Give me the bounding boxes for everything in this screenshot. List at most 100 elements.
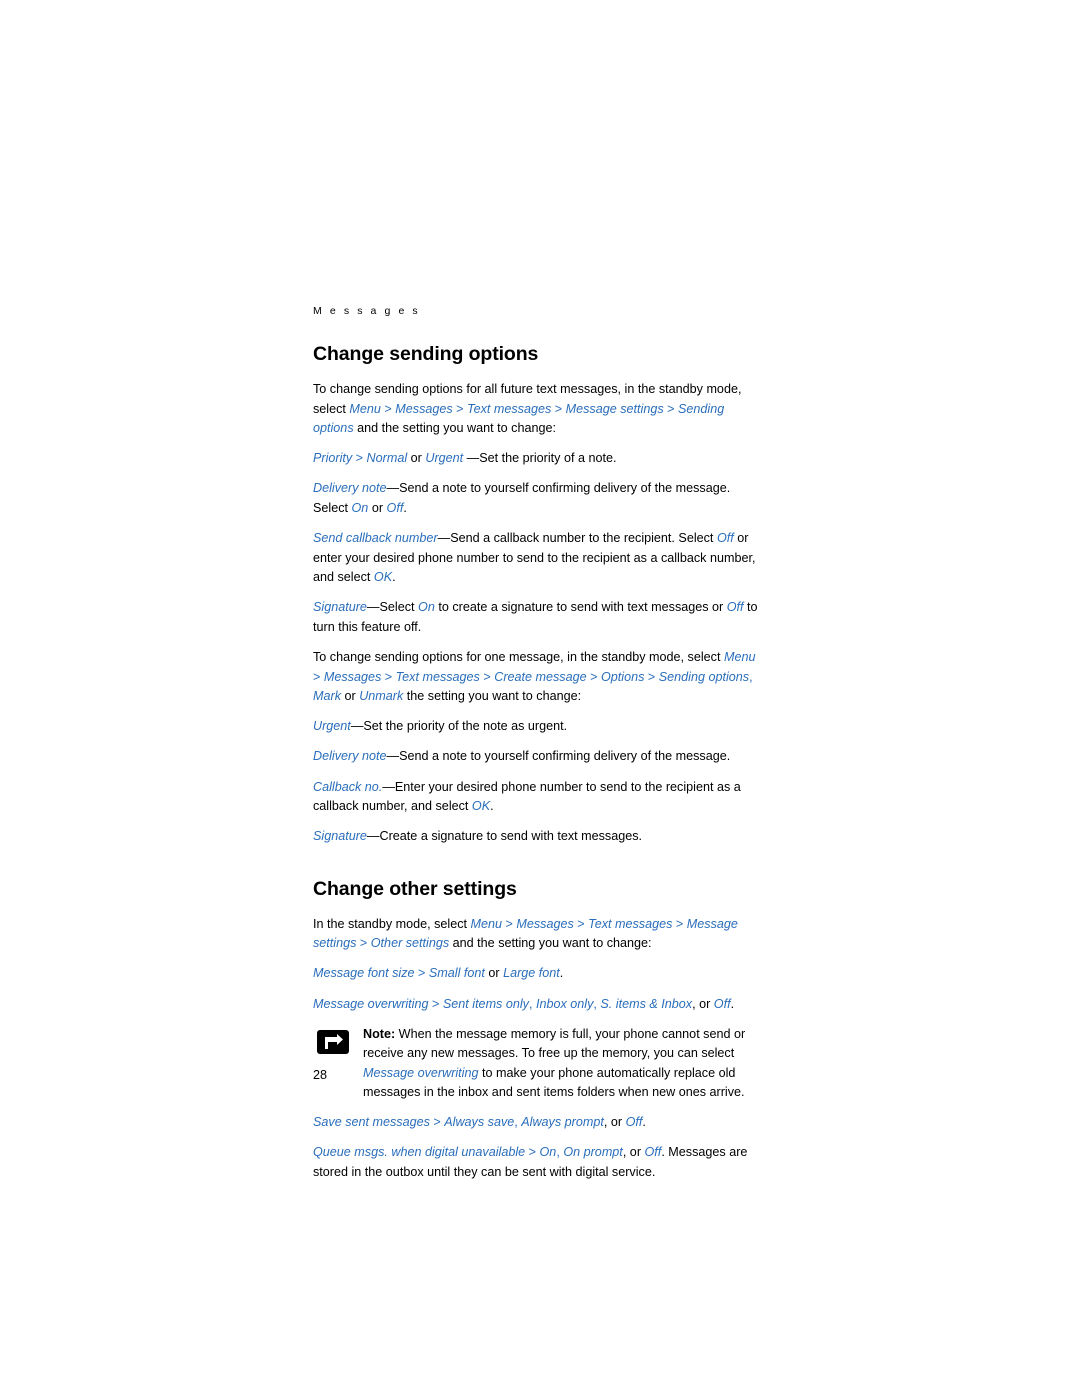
menu-path-term: Urgent — [425, 451, 464, 466]
menu-path-term: On — [418, 600, 435, 615]
section-body-sending-options: To change sending options for all future… — [313, 380, 763, 847]
menu-path-term: Message overwriting — [363, 1065, 479, 1080]
paragraph-sending-7: Delivery note—Send a note to yourself co… — [313, 747, 763, 767]
body-text: . — [642, 1115, 646, 1130]
note-pointer-icon — [316, 1029, 350, 1055]
body-text: In the standby mode, select — [313, 916, 471, 931]
body-text: —Create a signature to send with text me… — [366, 829, 643, 844]
menu-path-term: S. items & Inbox — [600, 996, 693, 1011]
menu-path-term: Delivery note — [313, 749, 387, 764]
body-text: and the setting you want to change: — [353, 421, 556, 436]
menu-path-term: On — [539, 1145, 557, 1160]
menu-path-term: Signature — [313, 600, 367, 615]
menu-path-separator: > — [380, 401, 396, 416]
document-page: M e s s a g e s Change sending options T… — [0, 0, 1080, 1397]
body-text: the setting you want to change: — [403, 689, 582, 704]
menu-path-separator: > — [381, 669, 396, 684]
paragraph-trailing-0: Save sent messages > Always save, Always… — [313, 1113, 763, 1133]
menu-path-term: Delivery note — [313, 481, 387, 496]
paragraph-trailing-1: Queue msgs. when digital unavailable > O… — [313, 1143, 763, 1182]
running-head: M e s s a g e s — [313, 305, 421, 317]
menu-path-separator: > — [573, 916, 589, 931]
menu-path-separator: > — [551, 401, 566, 416]
menu-path-separator: > — [356, 936, 371, 951]
menu-path-term: Off — [726, 600, 744, 615]
note-callout: Note: When the message memory is full, y… — [313, 1025, 763, 1103]
menu-path-separator: > — [502, 916, 517, 931]
menu-path-term: Menu — [349, 401, 381, 416]
menu-path-term: Off — [713, 996, 731, 1011]
menu-path-term: Inbox only — [535, 996, 594, 1011]
menu-path-separator: > — [352, 451, 367, 466]
menu-path-term: Message overwriting — [313, 996, 429, 1011]
menu-path-term: OK — [373, 570, 393, 585]
menu-path-term: Sent items only — [442, 996, 529, 1011]
menu-path-separator: > — [525, 1145, 540, 1160]
menu-path-term: Priority — [313, 451, 353, 466]
menu-path-term: Messages — [516, 916, 574, 931]
menu-path-term: Always prompt — [521, 1115, 604, 1130]
menu-path-term: Off — [716, 531, 734, 546]
menu-path-term: Send callback number — [313, 531, 438, 546]
menu-path-term: Message settings — [565, 401, 664, 416]
body-text: and the setting you want to change: — [449, 936, 652, 951]
paragraph-other-1: Message font size > Small font or Large … — [313, 964, 763, 984]
section-body-other-settings: In the standby mode, select Menu > Messa… — [313, 915, 763, 1014]
menu-path-term: Messages — [323, 669, 382, 684]
menu-path-term: Queue msgs. when digital unavailable — [313, 1145, 526, 1160]
menu-path-term: Off — [644, 1145, 662, 1160]
menu-path-term: Callback no. — [313, 779, 383, 794]
body-text: . — [559, 966, 564, 981]
menu-path-separator: > — [313, 669, 324, 684]
body-text: or — [484, 966, 504, 981]
body-text: When the message memory is full, your ph… — [363, 1026, 746, 1061]
body-text: —Send a note to yourself confirming deli… — [386, 749, 731, 764]
body-text: —Select — [366, 600, 419, 615]
body-text: —Set the priority of a note. — [463, 451, 617, 466]
section-heading-other-settings: Change other settings — [313, 877, 517, 900]
menu-path-separator: , — [749, 669, 753, 684]
body-text: to create a signature to send with text … — [434, 600, 727, 615]
menu-path-separator: > — [479, 669, 495, 684]
menu-path-term: OK — [471, 799, 491, 814]
paragraph-sending-9: Signature—Create a signature to send wit… — [313, 827, 763, 847]
menu-path-term: Message font size — [313, 966, 415, 981]
body-text: or — [407, 451, 426, 466]
menu-path-separator: > — [672, 916, 687, 931]
menu-path-term: Small font — [428, 966, 485, 981]
menu-path-term: Messages — [395, 401, 453, 416]
menu-path-separator: > — [663, 401, 679, 416]
body-text: or — [341, 689, 360, 704]
paragraph-sending-3: Send callback number—Send a callback num… — [313, 529, 763, 588]
body-text: . — [490, 799, 494, 814]
menu-path-separator: , — [528, 996, 536, 1011]
paragraph-sending-8: Callback no.—Enter your desired phone nu… — [313, 778, 763, 817]
menu-path-term: Normal — [366, 451, 408, 466]
paragraph-sending-6: Urgent—Set the priority of the note as u… — [313, 717, 763, 737]
body-text: , or — [622, 1145, 645, 1160]
body-text: , or — [692, 996, 714, 1011]
menu-path-term: On prompt — [563, 1145, 623, 1160]
menu-path-term: Text messages — [395, 669, 480, 684]
menu-path-term: Save sent messages — [313, 1115, 430, 1130]
menu-path-term: Mark — [313, 689, 341, 704]
page-number: 28 — [313, 1068, 328, 1082]
paragraph-other-0: In the standby mode, select Menu > Messa… — [313, 915, 763, 954]
menu-path-term: Text messages — [588, 916, 673, 931]
menu-path-term: Large font — [503, 966, 560, 981]
body-text: —Set the priority of the note as urgent. — [350, 719, 568, 734]
menu-path-separator: > — [414, 966, 429, 981]
paragraph-sending-0: To change sending options for all future… — [313, 380, 763, 439]
menu-path-term: Menu — [723, 650, 756, 665]
menu-path-term: On — [351, 500, 369, 515]
menu-path-term: Create message — [494, 669, 587, 684]
menu-path-separator: > — [644, 669, 659, 684]
page-content: M e s s a g e s Change sending options T… — [313, 305, 763, 1193]
page-title: Change sending options — [313, 343, 539, 365]
menu-path-term: Always save — [444, 1115, 515, 1130]
body-text: . — [392, 570, 396, 585]
menu-path-term: Menu — [470, 916, 503, 931]
body-text: , or — [603, 1115, 626, 1130]
paragraph-sending-4: Signature—Select On to create a signatur… — [313, 598, 763, 637]
note-text: Note: When the message memory is full, y… — [363, 1025, 763, 1103]
